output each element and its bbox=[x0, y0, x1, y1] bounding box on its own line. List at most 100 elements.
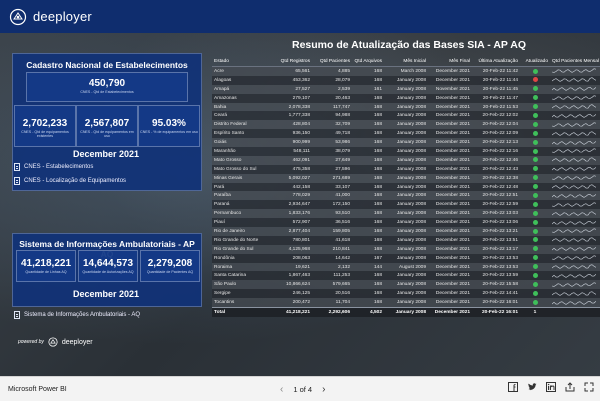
column-header[interactable]: Atualizado bbox=[520, 56, 550, 67]
table-row[interactable]: Goiás 900,999 53,986 168 January 2008 Decembe… bbox=[212, 138, 600, 148]
table-cell: 19,621 bbox=[270, 262, 312, 272]
twitter-icon[interactable] bbox=[527, 382, 537, 392]
total-cell: 2,292,606 bbox=[312, 307, 352, 317]
table-cell: December 2021 bbox=[428, 191, 472, 201]
updated-status-cell bbox=[520, 129, 550, 139]
updated-status-cell bbox=[520, 209, 550, 219]
powered-by: powered by deeployer bbox=[18, 337, 93, 347]
table-row[interactable]: Sergipe 246,125 20,516 168 January 2008 Decem… bbox=[212, 289, 600, 299]
sia-report-link[interactable]: Sistema de Informações Ambulatoriais - A… bbox=[14, 311, 140, 319]
table-row[interactable]: São Paulo 10,866,624 579,665 168 January 200… bbox=[212, 280, 600, 290]
status-dot-icon bbox=[532, 281, 538, 287]
table-row[interactable]: Bahia 2,078,338 117,747 168 January 2008 Dece… bbox=[212, 102, 600, 112]
table-cell: December 2021 bbox=[428, 262, 472, 272]
table-row[interactable]: Minas Gerais 5,092,027 271,689 168 January 2… bbox=[212, 173, 600, 183]
table-row[interactable]: Pará 442,158 33,107 168 January 2008 December… bbox=[212, 182, 600, 192]
sia-patients-card[interactable]: 2,279,208 Quantidade de Pacientes AQ bbox=[140, 250, 200, 282]
table-row[interactable]: Tocantins 200,472 11,704 168 January 2008 Dec… bbox=[212, 298, 600, 308]
table-row[interactable]: Santa Catarina 1,867,463 111,253 168 January… bbox=[212, 271, 600, 281]
table-cell: January 2008 bbox=[384, 147, 428, 156]
table-row[interactable]: Amazonas 279,107 20,463 168 January 2008 Dece… bbox=[212, 93, 600, 103]
share-bar bbox=[508, 382, 594, 392]
column-header[interactable]: Última Atualização bbox=[472, 56, 520, 67]
table-cell: December 2021 bbox=[428, 209, 472, 219]
cnes-establishments-link[interactable]: CNES - Estabelecimentos bbox=[14, 163, 93, 171]
sparkline-icon bbox=[552, 300, 596, 305]
table-cell: Sergipe bbox=[212, 289, 270, 299]
table-row[interactable]: Ceará 1,777,338 94,988 168 January 2008 Decem… bbox=[212, 111, 600, 121]
previous-page-icon[interactable]: ‹ bbox=[280, 384, 283, 395]
table-cell: January 2008 bbox=[384, 182, 428, 192]
table-row[interactable]: Mato Grosso do Sul 475,358 27,596 168 Januar… bbox=[212, 164, 600, 174]
table-row[interactable]: Mato Grosso 462,091 27,649 168 January 2008 D… bbox=[212, 155, 600, 165]
column-header[interactable]: Mês Inicial bbox=[384, 56, 428, 67]
status-dot-icon bbox=[532, 148, 538, 154]
table-row[interactable]: Maranhão 548,111 38,079 168 January 2008 Dece… bbox=[212, 147, 600, 156]
table-row[interactable]: Amapá 27,527 2,539 161 January 2008 November … bbox=[212, 84, 600, 94]
cnes-equip-pct-card[interactable]: 95.03% CNES - % de equipamentos em uso bbox=[138, 105, 200, 147]
table-cell: Alagoas bbox=[212, 75, 270, 85]
table-cell: January 2008 bbox=[384, 102, 428, 112]
table-cell: 41,618 bbox=[312, 235, 352, 245]
table-row[interactable]: Acre 65,561 4,885 168 March 2008 December 202… bbox=[212, 66, 600, 76]
fullscreen-icon[interactable] bbox=[584, 382, 594, 392]
table-cell: 20-Feb-22 11:42 bbox=[472, 66, 520, 76]
table-cell: Mato Grosso do Sul bbox=[212, 164, 270, 174]
cnes-equip-in-use-card[interactable]: 2,567,807 CNES - Qtd de equipamentos em … bbox=[76, 105, 138, 147]
table-row[interactable]: Rio Grande do Sul 4,125,968 210,841 168 Janu… bbox=[212, 244, 600, 254]
table-row[interactable]: Roraima 19,621 2,132 144 August 2009 December… bbox=[212, 262, 600, 272]
table-cell: 168 bbox=[352, 271, 384, 281]
table-cell: Bahia bbox=[212, 102, 270, 112]
monthly-patients-sparkline-cell bbox=[550, 218, 600, 228]
cnes-period: December 2021 bbox=[72, 149, 140, 159]
share-icon[interactable] bbox=[565, 382, 575, 392]
column-header[interactable]: Qtd Registros bbox=[270, 56, 312, 67]
table-row[interactable]: Pernambuco 1,833,176 93,510 168 January 2008… bbox=[212, 209, 600, 219]
table-row[interactable]: Distrito Federal 428,804 32,709 168 January … bbox=[212, 120, 600, 130]
column-header[interactable]: Qtd Pacientes Mensal bbox=[550, 56, 600, 67]
table-row[interactable]: Alagoas 453,362 28,079 168 January 2008 Decem… bbox=[212, 75, 600, 85]
column-header[interactable]: Estado bbox=[212, 56, 270, 67]
updated-status-cell bbox=[520, 173, 550, 183]
column-header[interactable]: Qtd Arquivos bbox=[352, 56, 384, 67]
column-header[interactable]: Mês Final bbox=[428, 56, 472, 67]
table-row[interactable]: Rondônia 208,063 14,642 167 January 2008 Dece… bbox=[212, 253, 600, 263]
report-page: Cadastro Nacional de Estabelecimentos 45… bbox=[6, 37, 600, 367]
table-cell: 20-Feb-22 12:38 bbox=[472, 173, 520, 183]
cnes-equipment-location-link[interactable]: CNES - Localização de Equipamentos bbox=[14, 177, 126, 185]
updated-status-cell bbox=[520, 93, 550, 103]
table-row[interactable]: Rio Grande do Norte 780,801 41,618 168 Janua… bbox=[212, 235, 600, 245]
table-cell: January 2008 bbox=[384, 75, 428, 85]
table-cell: Santa Catarina bbox=[212, 271, 270, 281]
table-cell: 20-Feb-22 12:02 bbox=[472, 111, 520, 121]
table-cell: 168 bbox=[352, 111, 384, 121]
status-dot-icon bbox=[532, 104, 538, 110]
cnes-equip-existing-card[interactable]: 2,702,233 CNES - Qtd de equipamentos exi… bbox=[14, 105, 76, 147]
updated-status-cell bbox=[520, 75, 550, 85]
linkedin-icon[interactable] bbox=[546, 382, 556, 392]
updated-status-cell bbox=[520, 253, 550, 263]
cnes-establishments-card[interactable]: 450,790 CNES - Qtd de Estabelecimentos bbox=[26, 72, 188, 102]
next-page-icon[interactable]: › bbox=[322, 384, 325, 395]
table-row[interactable]: Paraíba 778,029 41,000 168 January 2008 Decem… bbox=[212, 191, 600, 201]
monthly-patients-sparkline-cell bbox=[550, 253, 600, 263]
table-row[interactable]: Piauí 572,907 36,516 168 January 2008 Decembe… bbox=[212, 218, 600, 228]
sia-rows-card[interactable]: 41,218,221 Quantidade de Linhas AQ bbox=[16, 250, 76, 282]
table-cell: 49,718 bbox=[312, 129, 352, 139]
sia-authorizations-card[interactable]: 14,644,573 Quantidade de Autorizações AQ bbox=[78, 250, 138, 282]
table-cell: January 2008 bbox=[384, 138, 428, 148]
table-cell: 900,999 bbox=[270, 138, 312, 148]
table-row[interactable]: Espírito Santo 936,150 49,718 168 January 20… bbox=[212, 129, 600, 139]
table-cell: 442,158 bbox=[270, 182, 312, 192]
sparkline-icon bbox=[552, 211, 596, 216]
updated-status-cell bbox=[520, 218, 550, 228]
status-dot-icon bbox=[532, 237, 538, 243]
table-row[interactable]: Paraná 2,934,647 172,150 168 January 2008 Dec… bbox=[212, 200, 600, 210]
table-row[interactable]: Rio de Janeiro 2,877,404 159,805 168 January… bbox=[212, 227, 600, 236]
column-header[interactable]: Qtd Pacientes bbox=[312, 56, 352, 67]
table-cell: 168 bbox=[352, 66, 384, 76]
total-cell: 41,218,221 bbox=[270, 307, 312, 317]
sparkline-icon bbox=[552, 237, 596, 243]
status-dot-icon bbox=[532, 201, 538, 207]
facebook-icon[interactable] bbox=[508, 382, 518, 392]
